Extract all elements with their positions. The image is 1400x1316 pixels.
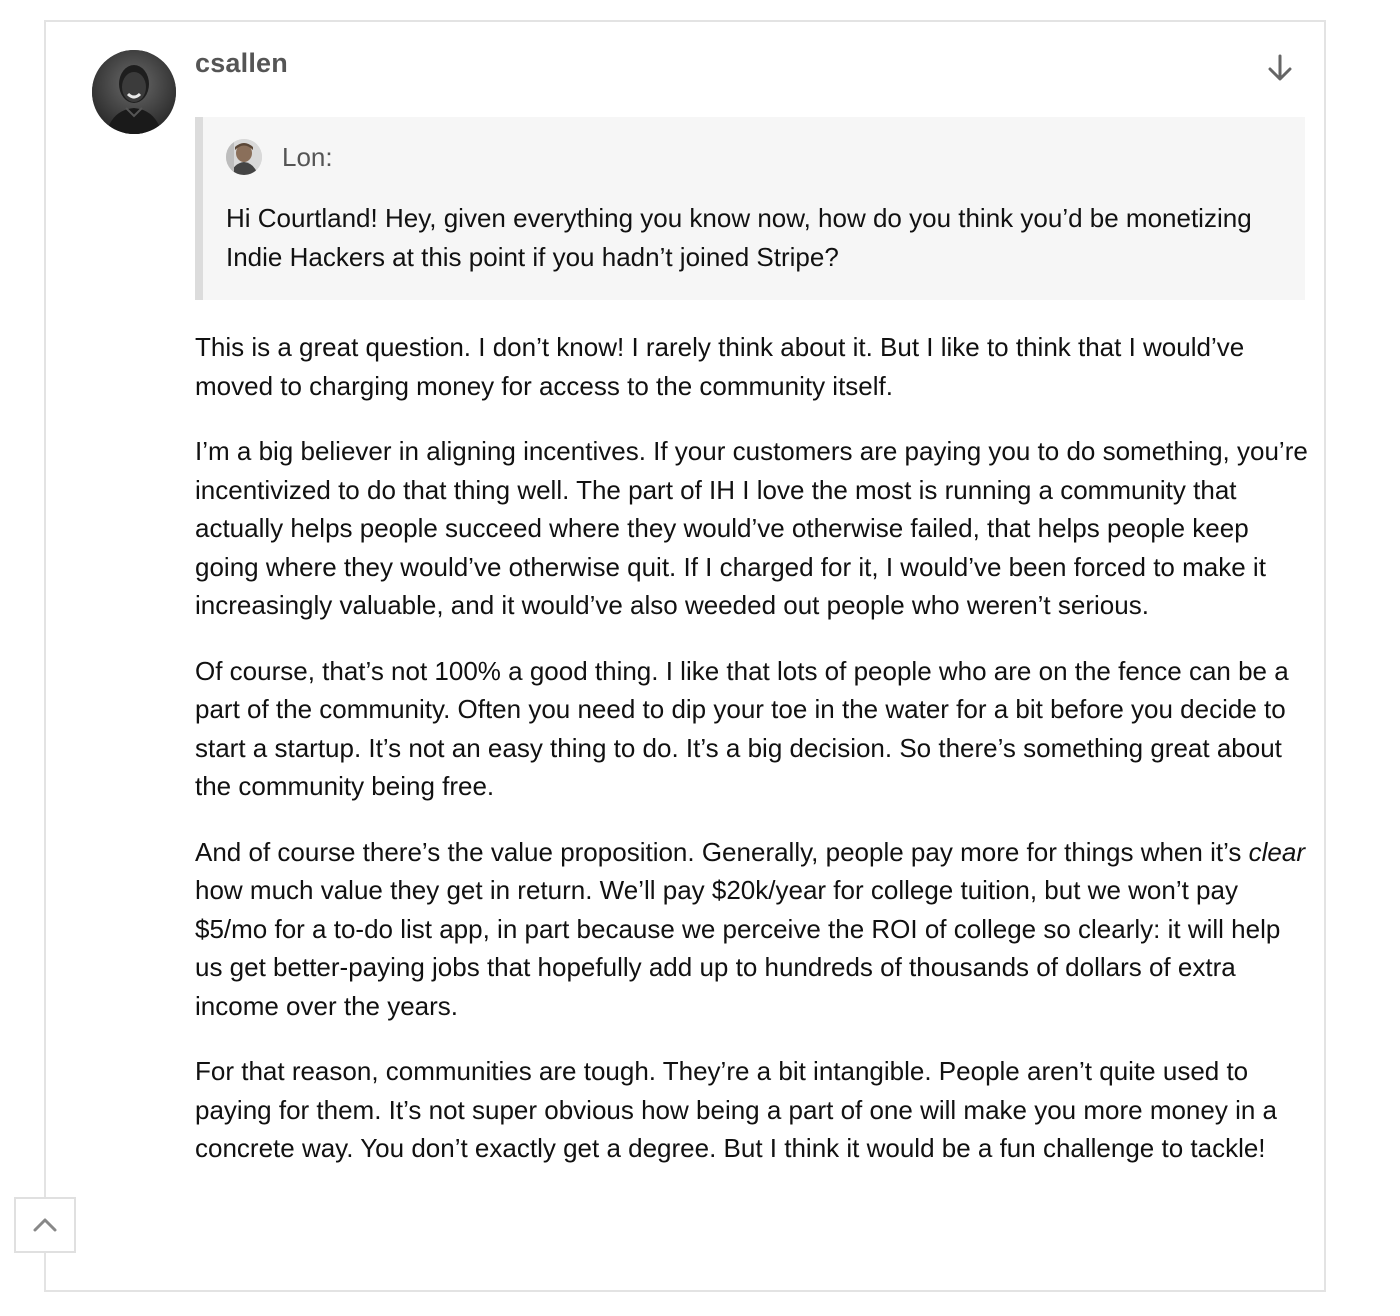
quote-author-avatar[interactable]	[226, 139, 262, 175]
chevron-up-icon	[33, 1218, 57, 1232]
paragraph: For that reason, communities are tough. …	[195, 1056, 1277, 1163]
comment-body: This is a great question. I don’t know! …	[195, 328, 1311, 1195]
paragraph: And of course there’s the value proposit…	[195, 833, 1311, 1026]
arrow-down-icon	[1268, 54, 1292, 81]
paragraph: I’m a big believer in aligning incentive…	[195, 436, 1308, 620]
avatar-photo-icon	[226, 139, 262, 175]
author-username[interactable]: csallen	[195, 48, 288, 79]
paragraph-text: how much value they get in return. We’ll…	[195, 875, 1281, 1021]
emphasis: clear	[1248, 836, 1305, 867]
paragraph: This is a great question. I don’t know! …	[195, 332, 1245, 401]
paragraph: Of course, that’s not 100% a good thing.…	[195, 655, 1289, 802]
avatar-photo-icon	[92, 50, 176, 134]
quote-author-name: Lon:	[282, 142, 333, 172]
comment-card: csallen Lon: Hi Courtland! Hey, given ev…	[44, 20, 1326, 1292]
quoted-comment: Lon: Hi Courtland! Hey, given everything…	[195, 117, 1305, 300]
quote-text: Hi Courtland! Hey, given everything you …	[226, 203, 1252, 272]
scroll-to-top-button[interactable]	[14, 1197, 76, 1253]
collapse-button[interactable]	[1262, 50, 1298, 86]
paragraph-text: And of course there’s the value proposit…	[195, 836, 1242, 867]
author-avatar[interactable]	[92, 50, 176, 134]
